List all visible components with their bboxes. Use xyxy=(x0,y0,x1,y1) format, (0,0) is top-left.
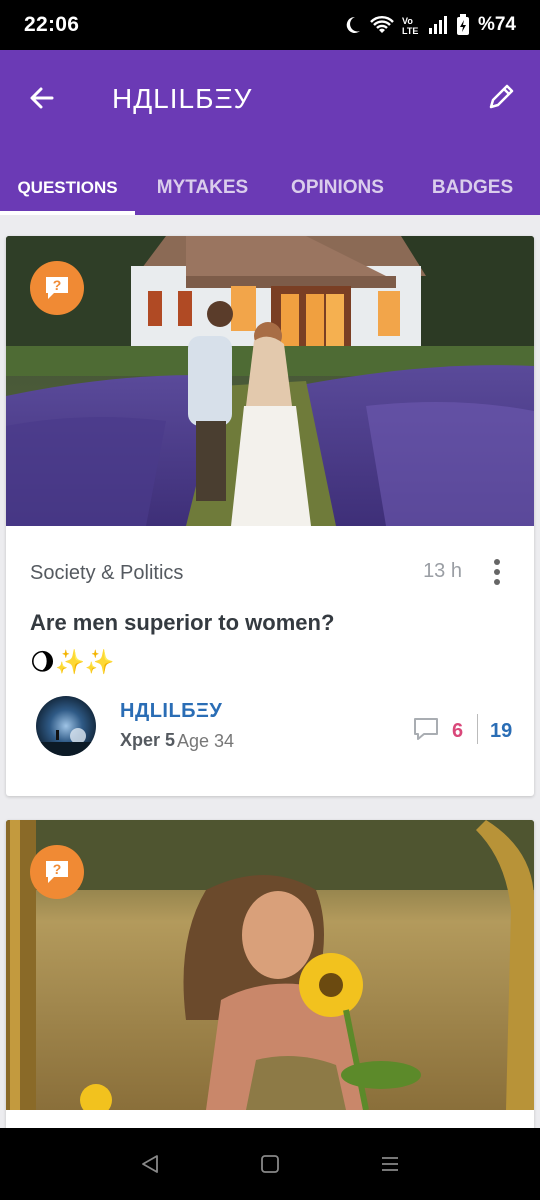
nav-home-button[interactable] xyxy=(250,1144,290,1184)
author-age: Age 34 xyxy=(177,731,235,751)
category-label[interactable]: Society & Politics xyxy=(30,562,183,585)
battery-icon xyxy=(456,14,469,35)
question-description: 🌖✨✨ xyxy=(30,649,115,676)
more-dot-icon xyxy=(494,569,500,575)
post-time: 13 h xyxy=(423,560,462,582)
pencil-icon xyxy=(489,84,514,109)
status-icons: Vo LTE %74 xyxy=(342,14,516,36)
comment-count[interactable]: 6 xyxy=(452,720,463,743)
back-button[interactable] xyxy=(22,78,62,118)
tab-questions[interactable]: QUESTIONS xyxy=(0,160,135,215)
tab-mytakes[interactable]: MYTAKES xyxy=(135,160,270,215)
more-dot-icon xyxy=(494,559,500,565)
question-card[interactable]: ? xyxy=(6,820,534,1150)
svg-text:LTE: LTE xyxy=(402,26,418,35)
stat-divider xyxy=(477,714,478,744)
question-badge-icon: ? xyxy=(30,261,84,315)
moon-icon xyxy=(346,16,360,33)
post-image[interactable]: ? xyxy=(6,820,534,1110)
nav-recents-button[interactable] xyxy=(370,1144,410,1184)
tab-opinions[interactable]: OPINIONS xyxy=(270,160,405,215)
more-dot-icon xyxy=(494,579,500,585)
back-arrow-icon xyxy=(30,87,54,109)
svg-text:?: ? xyxy=(53,277,62,293)
view-count: 19 xyxy=(490,720,513,742)
question-badge-icon: ? xyxy=(30,845,84,899)
nav-back-icon xyxy=(142,1155,158,1173)
tab-bar: QUESTIONS MYTAKES OPINIONS BADGES xyxy=(0,160,540,215)
question-card[interactable]: ? Society & Politics 13 h Are men superi… xyxy=(6,236,534,796)
nav-back-button[interactable] xyxy=(130,1144,170,1184)
post-image[interactable]: ? xyxy=(6,236,534,526)
signal-icon xyxy=(428,16,447,34)
author-name[interactable]: НДLILБΞУ xyxy=(120,700,222,723)
page-title: НДLILБΞУ xyxy=(112,83,253,114)
status-bar: 22:06 Vo LTE %74 xyxy=(0,0,540,50)
avatar[interactable] xyxy=(36,696,96,756)
app-bar: НДLILБΞУ QUESTIONS MYTAKES OPINIONS BADG… xyxy=(0,50,540,215)
question-title[interactable]: Are men superior to women? xyxy=(30,610,334,636)
volte-icon: VoLTE xyxy=(402,16,418,35)
svg-text:Vo: Vo xyxy=(402,16,413,26)
tab-badges[interactable]: BADGES xyxy=(405,160,540,215)
nav-home-icon xyxy=(261,1155,279,1173)
comment-icon xyxy=(414,718,438,740)
nav-recents-icon xyxy=(382,1157,398,1171)
battery-percent: %74 xyxy=(477,14,516,35)
svg-text:?: ? xyxy=(53,861,62,877)
wifi-icon xyxy=(370,16,394,33)
more-options-button[interactable] xyxy=(482,554,512,590)
system-nav-bar xyxy=(0,1128,540,1200)
edit-profile-button[interactable] xyxy=(480,74,524,118)
author-level: Xper 5 xyxy=(120,730,176,750)
status-time: 22:06 xyxy=(24,13,80,36)
